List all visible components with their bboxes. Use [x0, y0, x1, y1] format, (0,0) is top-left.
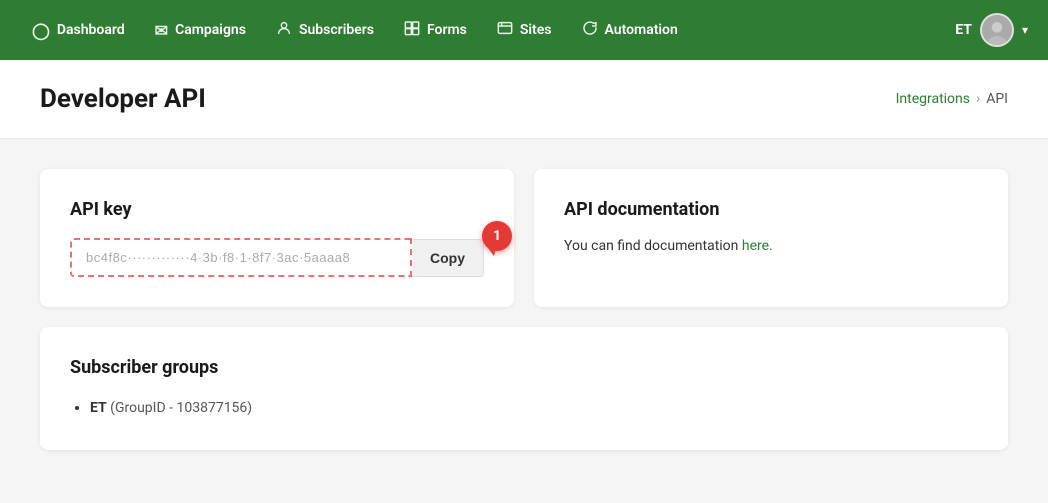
nav-label-automation: Automation: [605, 22, 678, 38]
group-list: ET (GroupID - 103877156): [70, 396, 978, 420]
page-header: Developer API Integrations › API: [0, 60, 1048, 139]
nav-item-subscribers[interactable]: Subscribers: [264, 12, 386, 48]
main-nav: ◯ Dashboard ✉ Campaigns Subscribers Form…: [0, 0, 1048, 60]
api-docs-link[interactable]: here.: [742, 238, 773, 254]
nav-item-automation[interactable]: Automation: [570, 12, 690, 48]
api-docs-card: API documentation You can find documenta…: [534, 169, 1008, 307]
avatar[interactable]: [980, 13, 1014, 47]
nav-label-sites: Sites: [520, 22, 552, 38]
api-docs-card-title: API documentation: [564, 199, 978, 220]
top-cards-row: API key Copy 1 API documentation You can…: [40, 169, 1008, 307]
api-key-input[interactable]: [70, 238, 412, 277]
copy-button-wrapper: Copy 1: [412, 239, 484, 277]
nav-item-forms[interactable]: Forms: [392, 12, 479, 48]
nav-label-dashboard: Dashboard: [57, 22, 125, 38]
copy-button[interactable]: Copy: [412, 239, 484, 277]
subscribers-icon: [276, 20, 292, 40]
api-key-card-title: API key: [70, 199, 484, 220]
campaigns-icon: ✉: [155, 21, 168, 40]
list-item: ET (GroupID - 103877156): [90, 396, 978, 420]
nav-item-dashboard[interactable]: ◯ Dashboard: [20, 13, 137, 48]
breadcrumb-separator: ›: [976, 91, 980, 107]
avatar-image: [982, 15, 1012, 45]
nav-item-sites[interactable]: Sites: [485, 12, 564, 48]
api-docs-description: You can find documentation: [564, 238, 742, 254]
api-key-row: Copy 1: [70, 238, 484, 277]
automation-icon: [582, 20, 598, 40]
nav-user-area: ET ▾: [955, 13, 1028, 47]
group-id: (GroupID - 103877156): [110, 400, 252, 416]
subscriber-groups-card: Subscriber groups ET (GroupID - 10387715…: [40, 327, 1008, 450]
dashboard-icon: ◯: [32, 21, 50, 40]
breadcrumb: Integrations › API: [896, 91, 1008, 107]
nav-label-forms: Forms: [427, 22, 467, 38]
nav-items: ◯ Dashboard ✉ Campaigns Subscribers Form…: [20, 12, 955, 48]
breadcrumb-current: API: [986, 91, 1008, 107]
main-content: API key Copy 1 API documentation You can…: [0, 139, 1048, 480]
breadcrumb-parent-link[interactable]: Integrations: [896, 91, 970, 107]
nav-item-campaigns[interactable]: ✉ Campaigns: [143, 13, 258, 48]
forms-icon: [404, 20, 420, 40]
user-initials: ET: [955, 22, 972, 38]
nav-label-campaigns: Campaigns: [175, 22, 246, 38]
subscriber-groups-title: Subscriber groups: [70, 357, 978, 378]
api-docs-text: You can find documentation here.: [564, 238, 978, 254]
user-menu-chevron[interactable]: ▾: [1022, 23, 1028, 37]
group-name: ET: [90, 400, 107, 416]
nav-label-subscribers: Subscribers: [299, 22, 374, 38]
sites-icon: [497, 20, 513, 40]
step-badge: 1: [482, 221, 512, 251]
api-key-card: API key Copy 1: [40, 169, 514, 307]
page-title: Developer API: [40, 84, 206, 114]
